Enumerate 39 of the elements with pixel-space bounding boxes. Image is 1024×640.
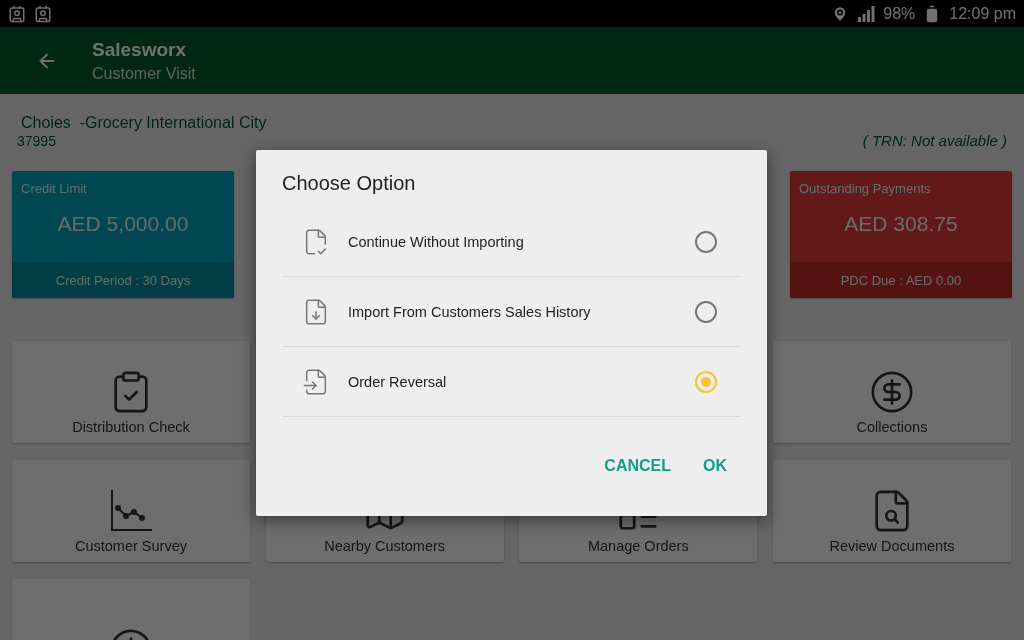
customer-code: 37995: [17, 132, 56, 149]
menu-tile[interactable]: Collections: [772, 341, 1011, 443]
option-row[interactable]: Continue Without Importing: [282, 207, 741, 277]
menu-tile[interactable]: Distribution Check: [12, 341, 250, 443]
contact-card-icon: [34, 4, 52, 23]
card-title: Credit Limit: [21, 181, 87, 196]
line-chart-icon: [108, 488, 154, 534]
option-label: Order Reversal: [348, 373, 448, 390]
tile-label: Customer Survey: [75, 538, 187, 554]
tile-label: Manage Orders: [587, 538, 689, 554]
card-amount: AED 5,000.00: [57, 212, 189, 236]
trn-status: ( TRN: Not available ): [862, 132, 1007, 149]
app-title: Salesworx: [92, 38, 187, 61]
radio-button[interactable]: [695, 230, 717, 253]
dialog-button[interactable]: CANCEL: [594, 449, 681, 483]
battery-percent: 98%: [883, 4, 916, 23]
option-label: Continue Without Importing: [348, 233, 525, 250]
dialog-button[interactable]: OK: [693, 449, 737, 483]
tile-label: Collections: [856, 419, 928, 435]
card-title: Outstanding Payments: [799, 181, 931, 196]
radio-button[interactable]: [695, 300, 717, 323]
clock-time: 12:09 pm: [949, 4, 1016, 23]
screen-subtitle: Customer Visit: [92, 64, 196, 83]
tile-label: Distribution Check: [72, 419, 190, 435]
card-footer: PDC Due : AED 0.00: [790, 262, 1012, 298]
card-footer: Credit Period : 30 Days: [12, 262, 234, 298]
contact-card-icon: [8, 4, 26, 23]
menu-tile[interactable]: Customer Survey: [12, 460, 250, 562]
option-row[interactable]: Order Reversal: [282, 347, 741, 417]
card-amount: AED 308.75: [844, 212, 958, 236]
tile-label: Review Documents: [829, 538, 955, 554]
dialog-title: Choose Option: [282, 172, 416, 195]
menu-tile[interactable]: Review Documents: [772, 460, 1011, 562]
signal-icon: [857, 5, 876, 22]
customer-name: Choies -Grocery International City: [20, 114, 268, 132]
tile-label: Nearby Customers: [324, 538, 446, 554]
radio-button[interactable]: [695, 370, 717, 393]
option-label: Import From Customers Sales History: [348, 303, 592, 320]
option-row[interactable]: Import From Customers Sales History: [282, 277, 741, 347]
